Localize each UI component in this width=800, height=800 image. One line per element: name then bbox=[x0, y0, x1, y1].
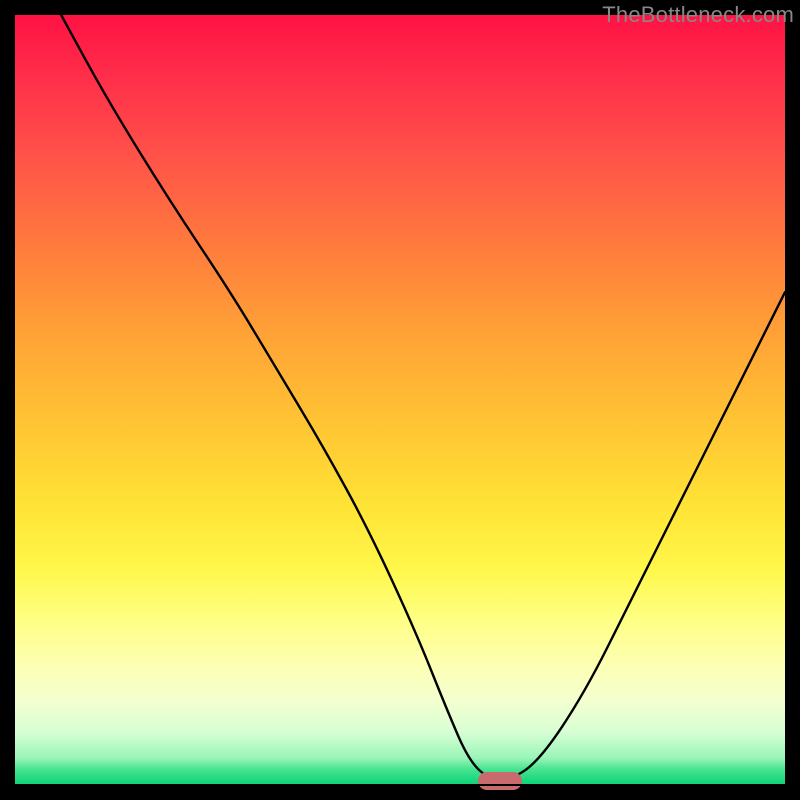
x-axis-baseline bbox=[15, 784, 785, 786]
watermark-label: TheBottleneck.com bbox=[602, 2, 794, 28]
optimum-marker bbox=[478, 772, 522, 790]
bottleneck-gradient-background bbox=[15, 15, 785, 785]
